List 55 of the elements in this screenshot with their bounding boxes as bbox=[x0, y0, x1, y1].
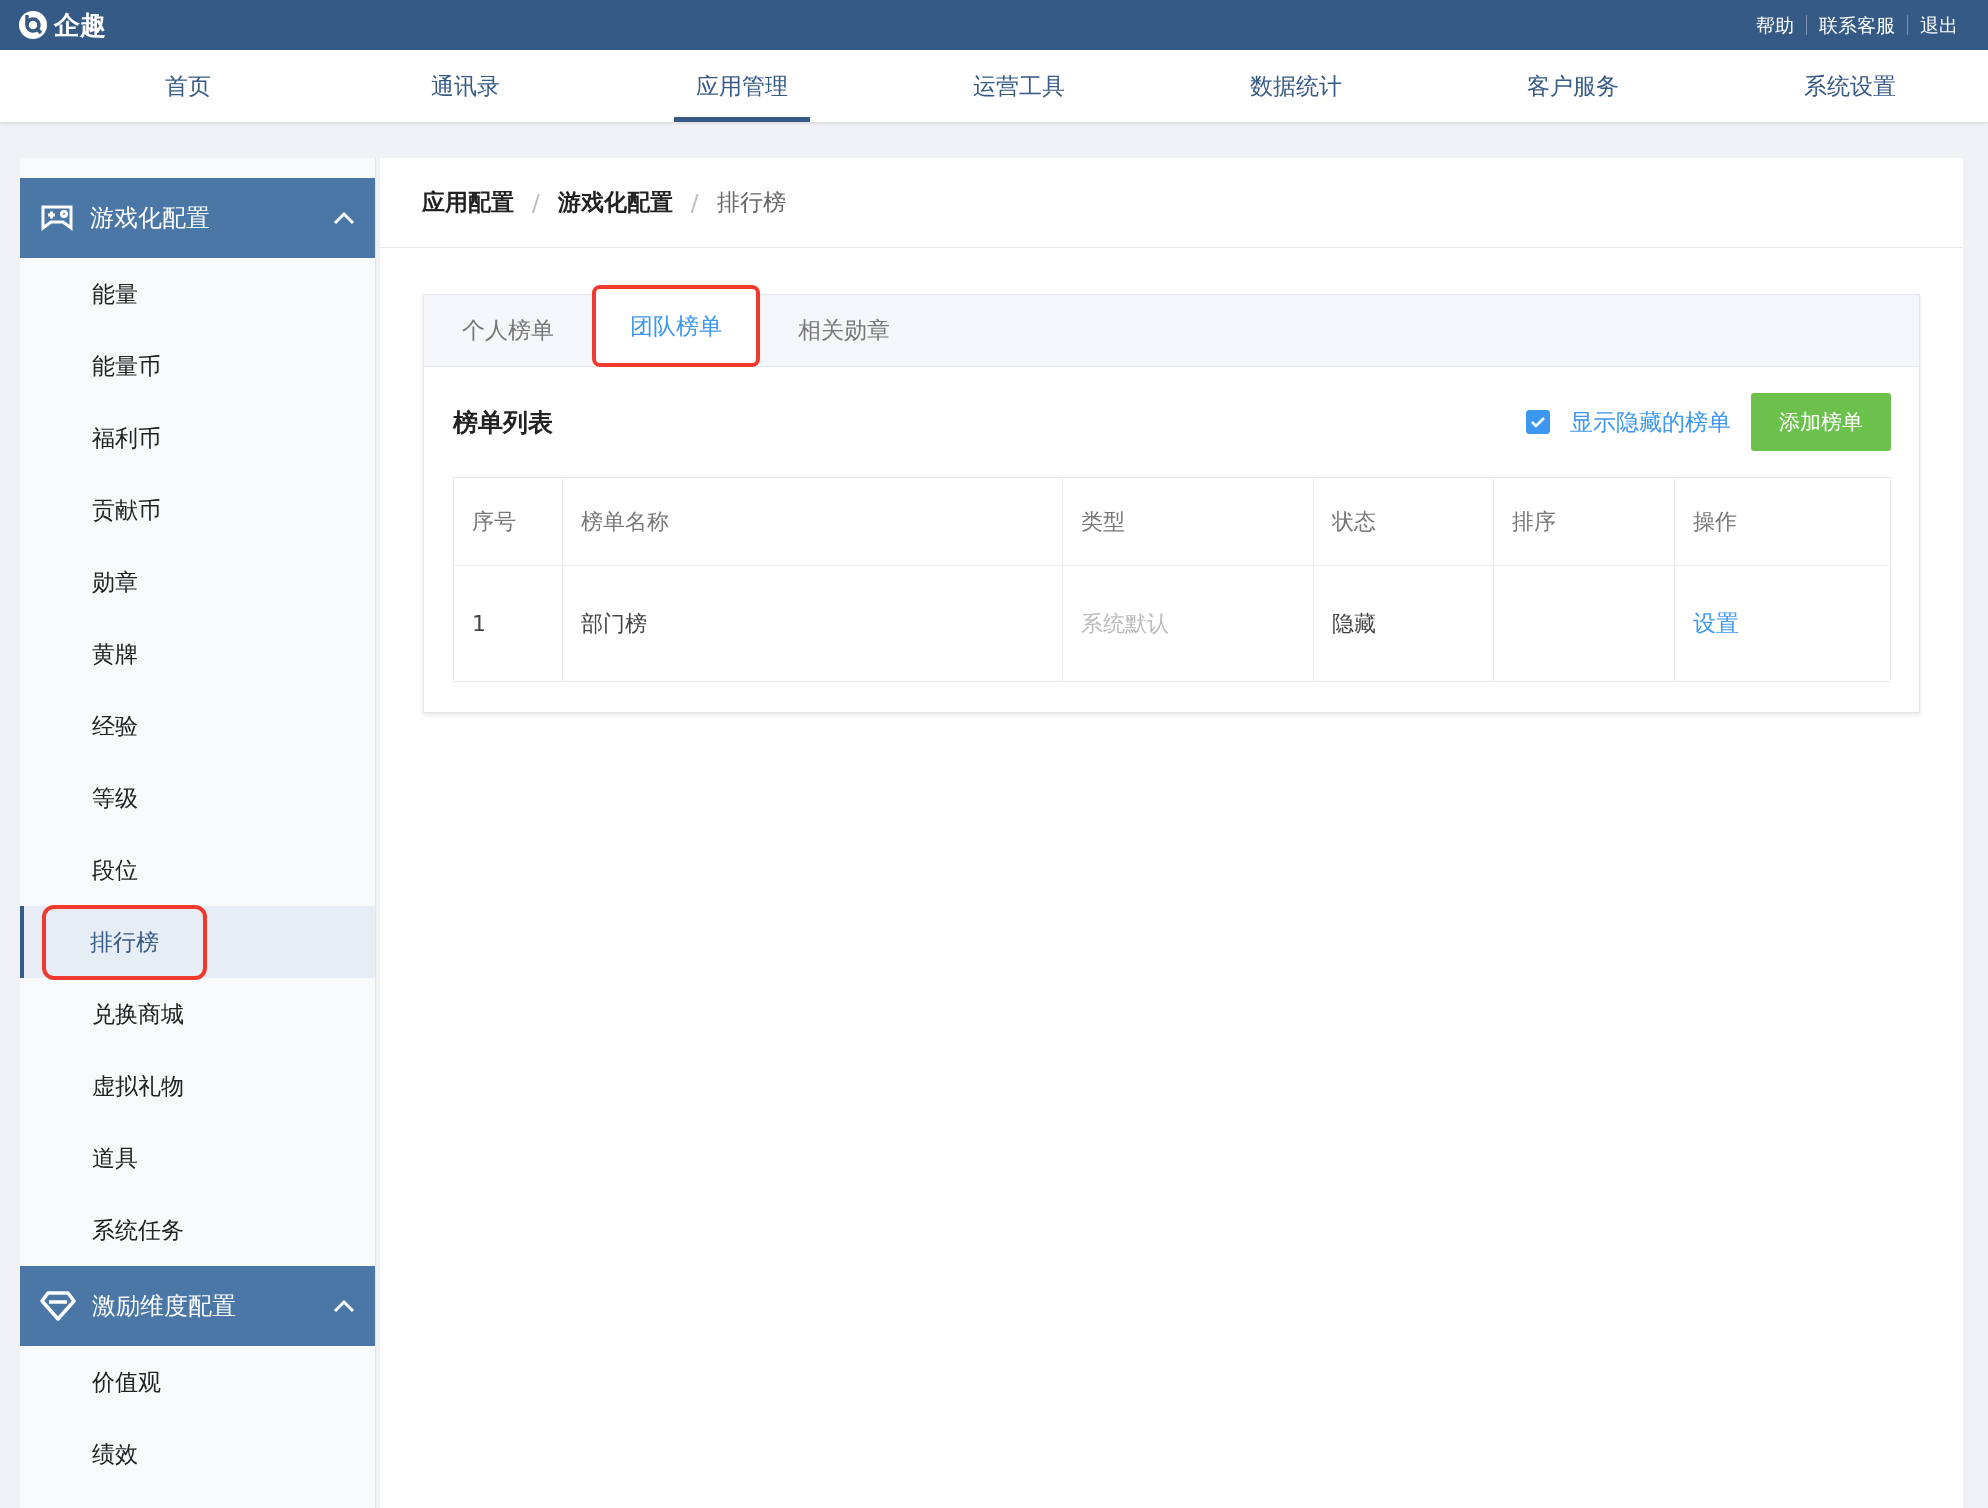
breadcrumb-separator: / bbox=[690, 189, 699, 216]
sidebar-item[interactable]: 能量币 bbox=[92, 342, 161, 390]
sidebar-item[interactable]: 经验 bbox=[92, 702, 138, 750]
sidebar-item[interactable]: 虚拟礼物 bbox=[92, 1062, 184, 1110]
sidebar-item[interactable]: 勋章 bbox=[92, 558, 138, 606]
nav-tab[interactable]: 客户服务 bbox=[1504, 50, 1641, 122]
table-cell: 部门榜 bbox=[562, 565, 1063, 682]
gamepad-icon bbox=[40, 204, 74, 232]
breadcrumb-current: 排行榜 bbox=[716, 188, 786, 217]
sidebar-item[interactable]: 兑换商城 bbox=[92, 990, 184, 1038]
chevron-icon[interactable] bbox=[333, 211, 355, 225]
group-title: 游戏化配置 bbox=[90, 203, 211, 234]
breadcrumb-separator: / bbox=[532, 189, 540, 216]
column-header: 序号 bbox=[453, 477, 563, 566]
sidebar-item[interactable]: 系统任务 bbox=[92, 1206, 184, 1254]
column-header: 排序 bbox=[1493, 477, 1675, 566]
logo-icon bbox=[18, 10, 48, 40]
top-link[interactable]: 帮助 bbox=[1744, 15, 1806, 35]
sidebar-item[interactable]: 道具 bbox=[92, 1134, 138, 1182]
column-header: 类型 bbox=[1062, 477, 1314, 566]
sidebar-item[interactable]: 能量 bbox=[92, 270, 138, 318]
nav-tab[interactable]: 运营工具 bbox=[951, 50, 1087, 122]
check-icon bbox=[1530, 416, 1546, 428]
checkbox[interactable] bbox=[1526, 410, 1550, 434]
sidebar-item[interactable]: 段位 bbox=[92, 846, 138, 894]
sidebar-item[interactable]: 黄牌 bbox=[92, 630, 138, 678]
chevron-icon[interactable] bbox=[333, 1299, 355, 1313]
sidebar-item[interactable]: 绩效 bbox=[92, 1430, 138, 1478]
nav-tab[interactable]: 数据统计 bbox=[1227, 50, 1364, 122]
sidebar-item[interactable]: 等级 bbox=[92, 774, 138, 822]
table-cell: 系统默认 bbox=[1062, 565, 1314, 682]
column-header: 榜单名称 bbox=[562, 477, 1063, 566]
nav-tab[interactable]: 首页 bbox=[143, 50, 234, 122]
column-header: 状态 bbox=[1313, 477, 1494, 566]
sidebar-group-header[interactable]: 激励维度配置 bbox=[20, 1266, 375, 1346]
tab[interactable]: 相关勋章 bbox=[760, 295, 928, 366]
nav-tab[interactable]: 通讯录 bbox=[408, 50, 522, 122]
top-link[interactable]: 联系客服 bbox=[1806, 15, 1907, 35]
column-header: 操作 bbox=[1674, 477, 1891, 566]
list-title: 榜单列表 bbox=[453, 406, 554, 439]
nav-tab[interactable]: 应用管理 bbox=[674, 50, 811, 122]
sidebar-item[interactable]: 福利币 bbox=[92, 414, 161, 462]
sidebar-item[interactable]: 价值观 bbox=[92, 1358, 161, 1406]
tab[interactable]: 个人榜单 bbox=[424, 295, 592, 366]
group-title: 激励维度配置 bbox=[92, 1291, 237, 1322]
diamond-icon bbox=[40, 1290, 76, 1322]
nav-tab[interactable]: 系统设置 bbox=[1781, 50, 1918, 122]
sidebar-item[interactable]: 贡献币 bbox=[92, 486, 161, 534]
breadcrumb-link[interactable]: 游戏化配置 bbox=[557, 187, 673, 218]
sidebar-group-header[interactable]: 游戏化配置 bbox=[20, 178, 375, 258]
top-link[interactable]: 退出 bbox=[1907, 15, 1970, 35]
table-cell: 1 bbox=[453, 565, 563, 682]
table-cell: 隐藏 bbox=[1313, 565, 1494, 682]
breadcrumb-link[interactable]: 应用配置 bbox=[422, 187, 514, 218]
logo-text: 企趣 bbox=[54, 8, 106, 42]
